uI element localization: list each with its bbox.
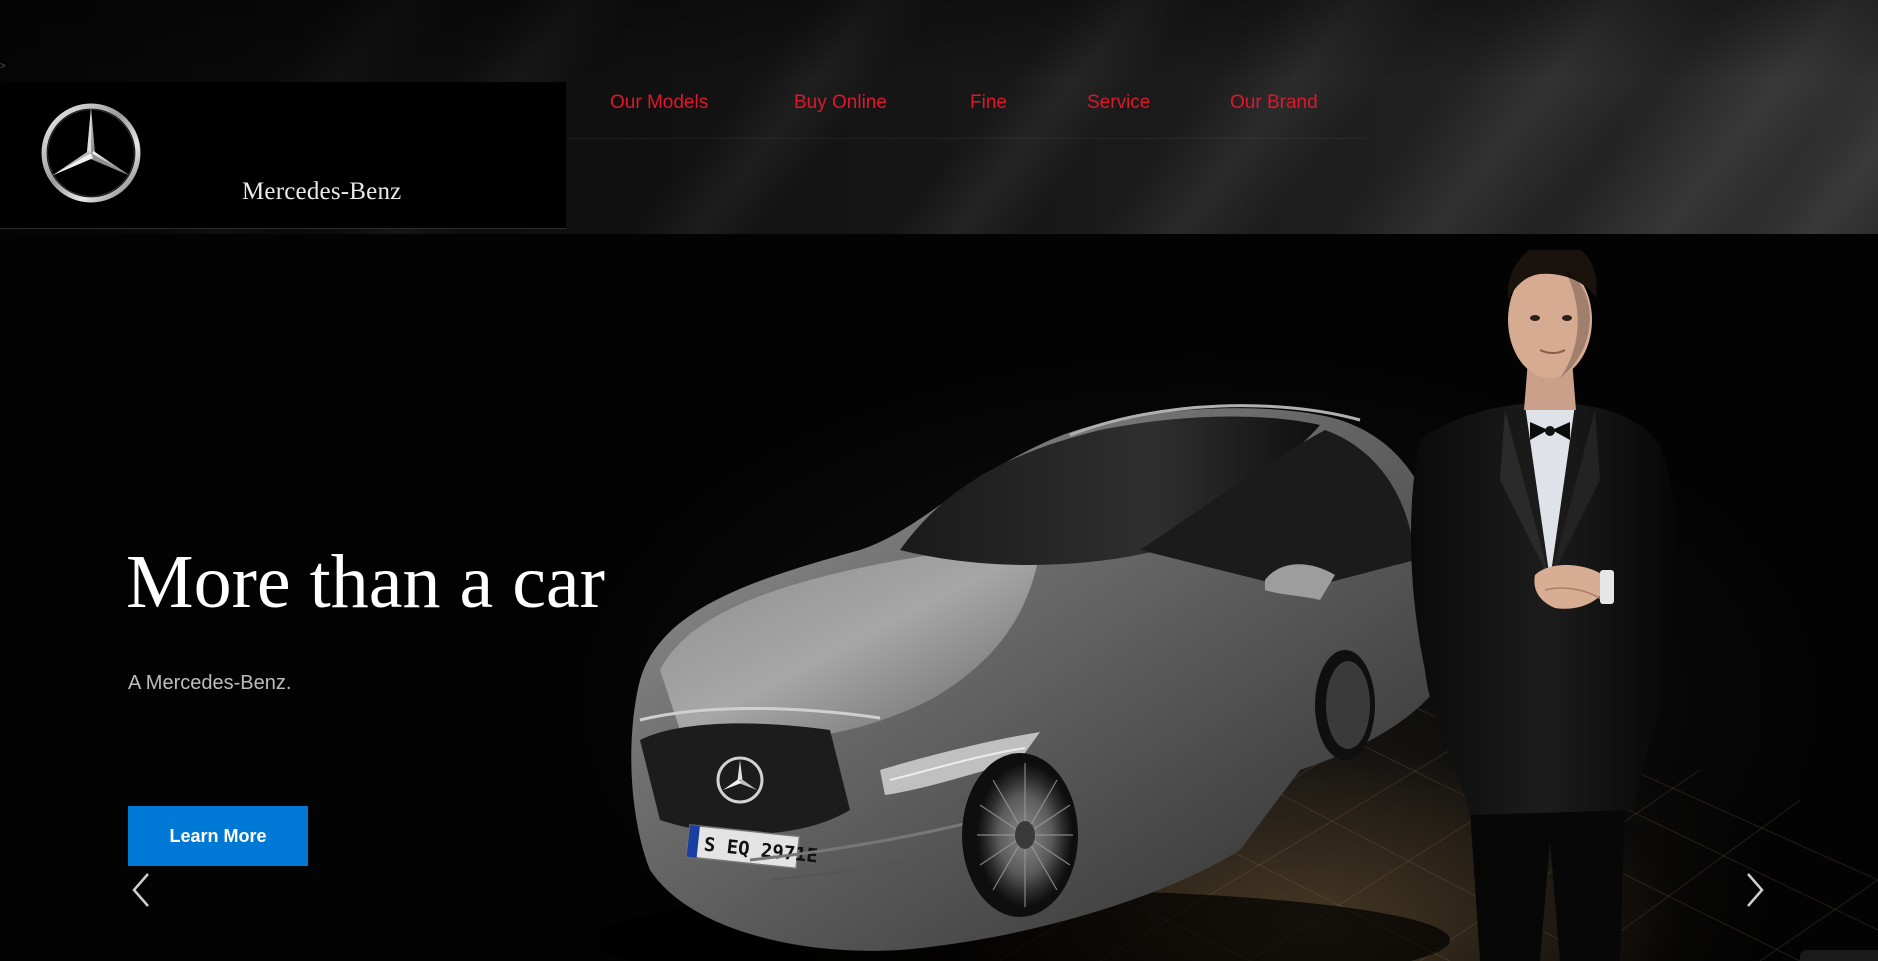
three-pointed-star-icon[interactable] xyxy=(40,102,142,204)
brand-wordmark[interactable]: Mercedes-Benz xyxy=(242,178,401,206)
nav-item-our-models[interactable]: Our Models xyxy=(610,92,708,114)
nav-item-service[interactable]: Service xyxy=(1087,92,1150,114)
main-navigation: Our Models Buy Online Fine Service Our B… xyxy=(566,82,1366,139)
hero-image: S EQ 2971E xyxy=(600,250,1679,961)
nav-item-buy-online[interactable]: Buy Online xyxy=(794,92,887,114)
nav-item-our-brand[interactable]: Our Brand xyxy=(1230,92,1318,114)
hero-headline: More than a car xyxy=(126,540,605,624)
hero-subline: A Mercedes-Benz. xyxy=(128,672,292,694)
header-logo-block[interactable]: Mercedes-Benz xyxy=(0,82,566,229)
page: > Mercedes-Benz Our Models Buy Online Fi… xyxy=(0,0,1878,961)
carousel-next-button[interactable] xyxy=(1742,868,1768,912)
nav-item-fine[interactable]: Fine xyxy=(970,92,1007,114)
chevron-right-icon xyxy=(1747,873,1764,907)
chevron-left-icon xyxy=(132,873,149,907)
carousel-prev-button[interactable] xyxy=(128,868,154,912)
corner-widget xyxy=(1800,950,1878,961)
learn-more-button[interactable]: Learn More xyxy=(128,806,308,866)
corner-marker-icon: > xyxy=(0,61,6,72)
